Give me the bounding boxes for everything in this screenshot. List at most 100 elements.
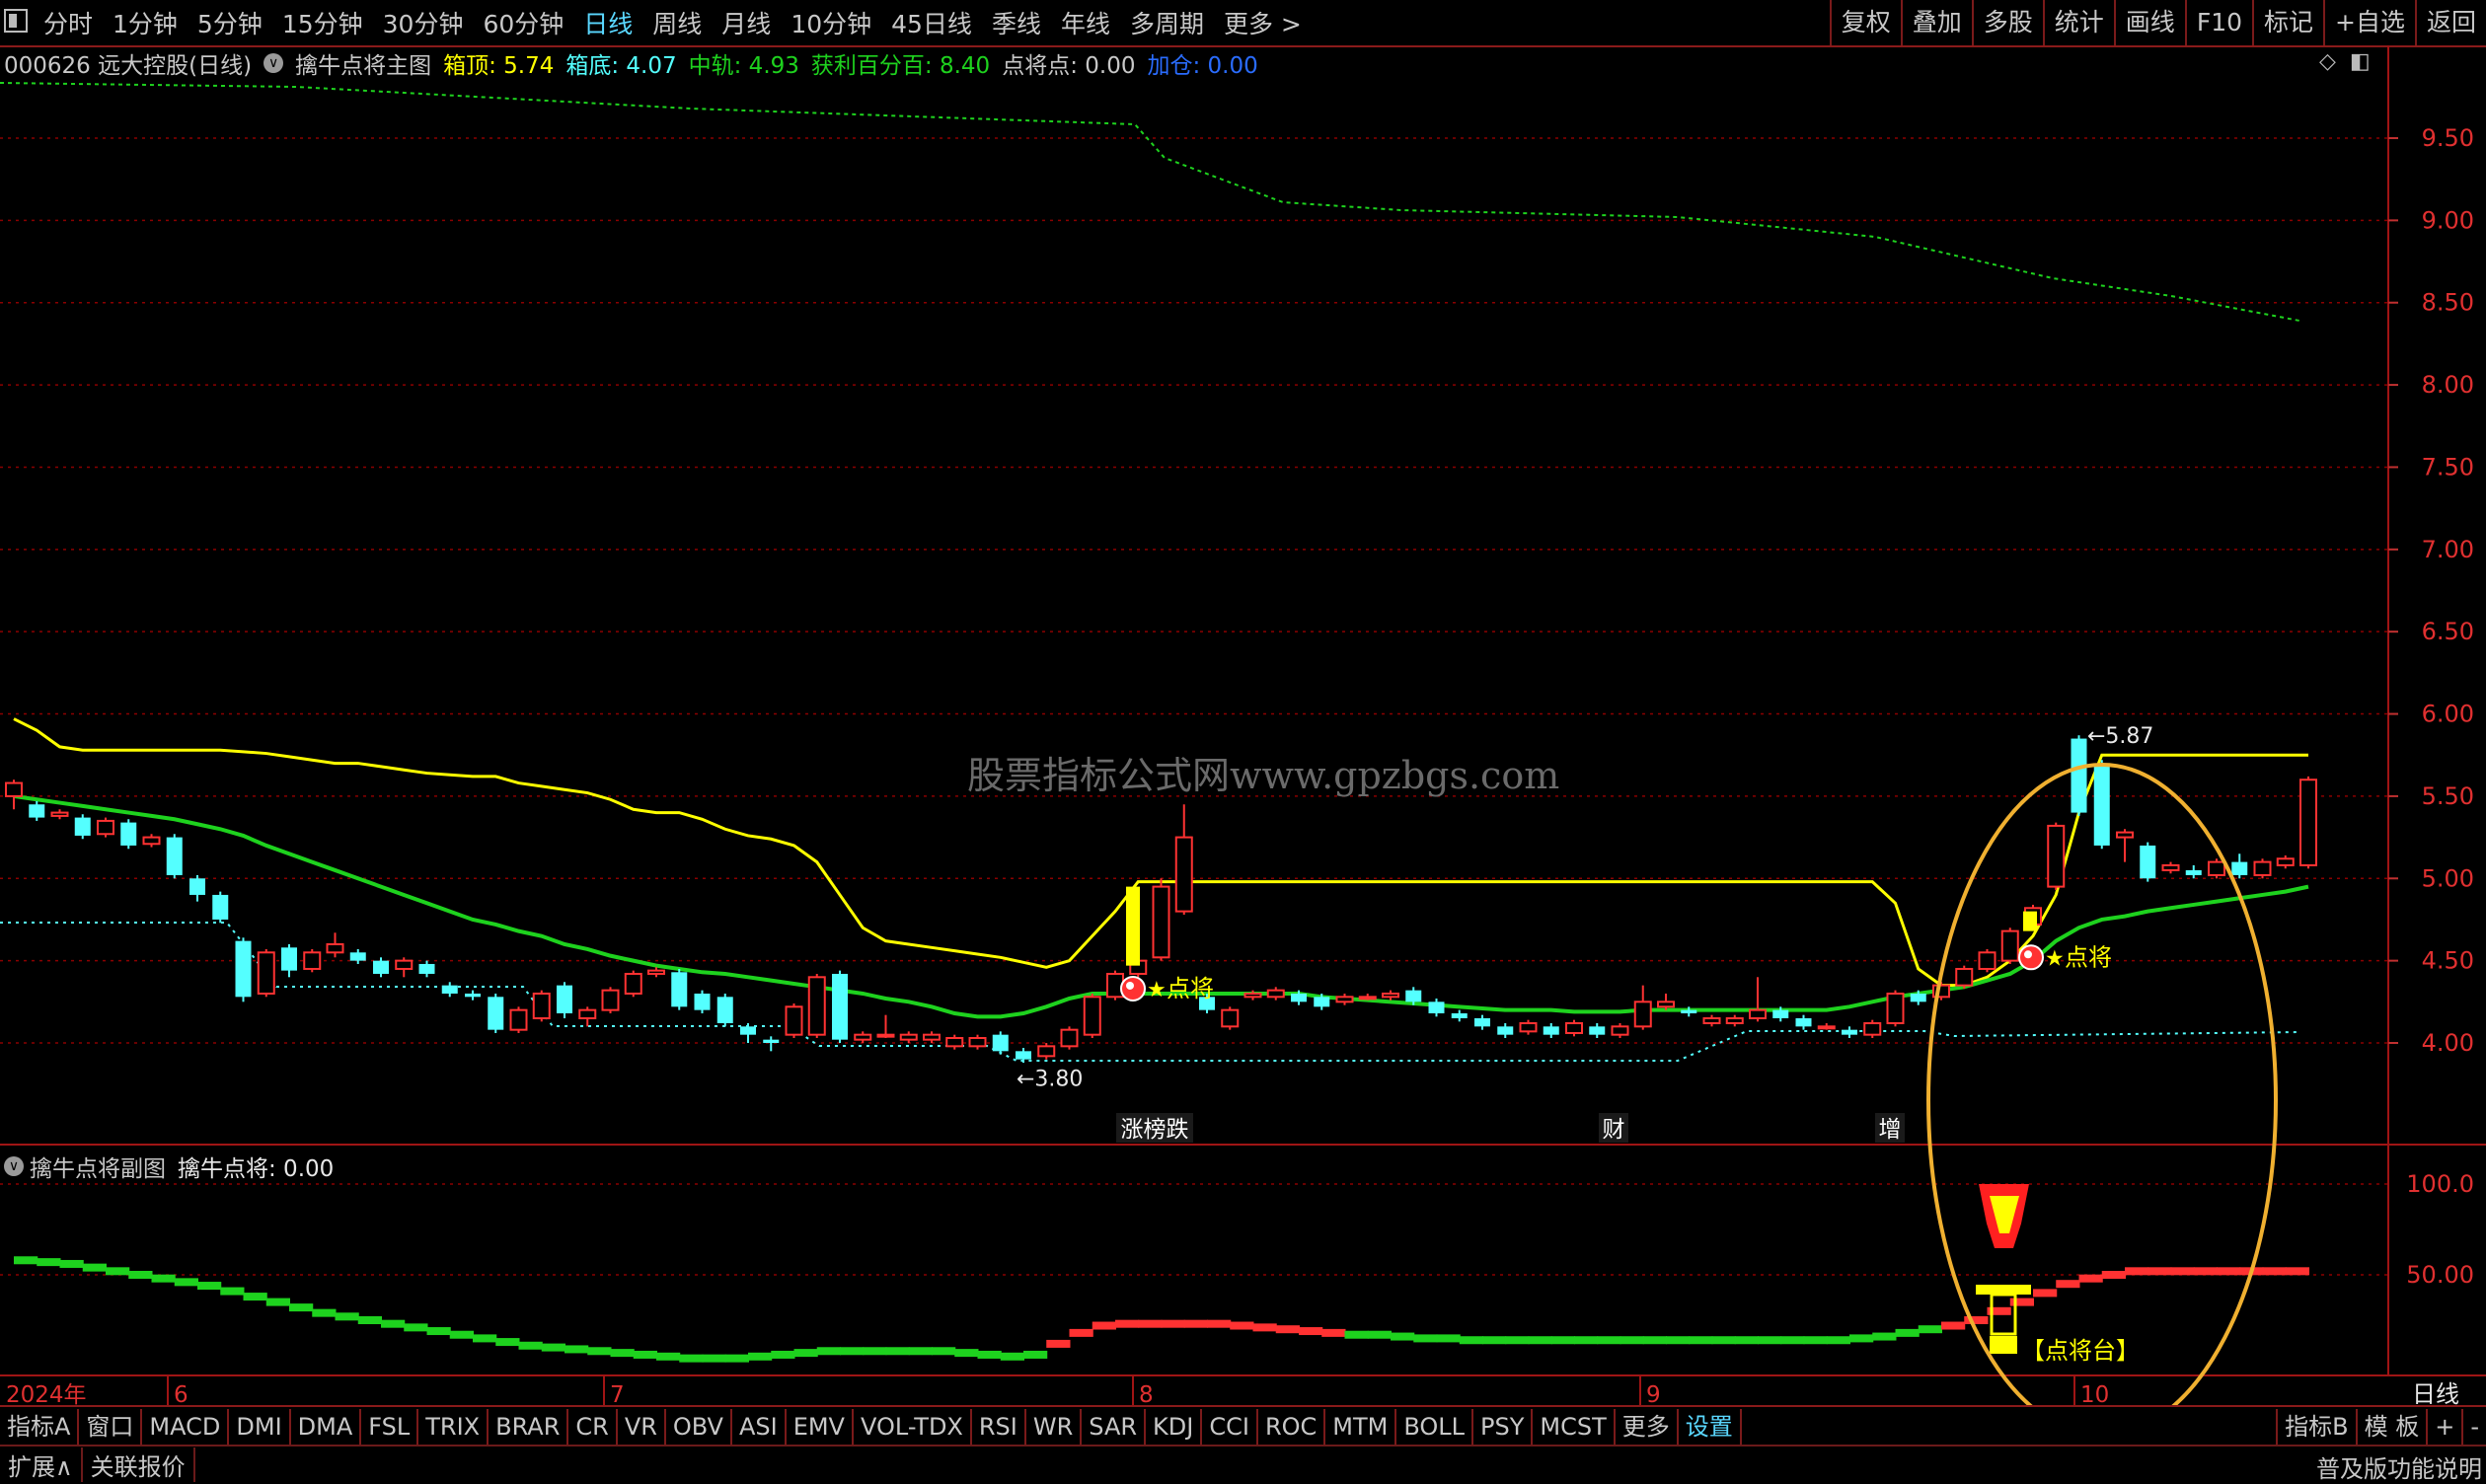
sub-indicator-name[interactable]: 擒牛点将副图 [30, 1150, 166, 1183]
candle [1519, 1021, 1538, 1033]
bottom-right-button-1[interactable]: 模 板 [2355, 1409, 2427, 1445]
indicator-tab-1[interactable]: 窗口 [79, 1409, 143, 1445]
candle [1060, 1028, 1079, 1048]
candle [2140, 845, 2156, 879]
bottom-right-button-2[interactable]: + [2426, 1409, 2461, 1445]
candle [2185, 869, 2202, 875]
indicator-tab-22[interactable]: PSY [1473, 1409, 1534, 1445]
candle [441, 985, 458, 994]
candle [303, 951, 322, 970]
indicator-tab-8[interactable]: CR [568, 1409, 618, 1445]
expand-button[interactable]: 扩展∧ [0, 1447, 83, 1482]
candle [601, 989, 620, 1011]
indicator-tab-21[interactable]: BOLL [1396, 1409, 1474, 1445]
kline-chart[interactable]: 9.50 9.00 8.50 8.00 7.50 7.00 6.50 6.00 5.50 5.00… [0, 0, 2486, 1405]
sub-line-segment [289, 1303, 314, 1312]
candle [671, 972, 688, 1007]
indicator-tab-6[interactable]: TRIX [418, 1409, 490, 1445]
dianjiang-marker-label: 点将 [1167, 975, 1214, 1002]
candle [1589, 1026, 1606, 1035]
indicator-tab-18[interactable]: CCI [1202, 1409, 1258, 1445]
candle [1611, 1025, 1629, 1036]
candle [2116, 831, 2134, 839]
candle [740, 1026, 756, 1035]
sub-line-segment [816, 1347, 841, 1356]
sub-line-segment [908, 1347, 933, 1356]
indicator-tab-0[interactable]: 指标A [0, 1409, 80, 1445]
sub-line-segment [174, 1278, 198, 1287]
candle [142, 836, 161, 846]
sub-line-segment [1872, 1332, 1897, 1341]
sub-line-segment [37, 1258, 61, 1267]
sub-line-segment [977, 1350, 1002, 1359]
indicator-tab-15[interactable]: WR [1026, 1409, 1083, 1445]
bottom-right-button-3[interactable]: - [2461, 1409, 2486, 1445]
sub-line-segment [1895, 1328, 1920, 1337]
linked-quote-button[interactable]: 关联报价 [83, 1447, 195, 1482]
indicator-tab-10[interactable]: OBV [666, 1409, 732, 1445]
dianjiang-marker-2-label: 点将 [2065, 943, 2112, 971]
candle [349, 952, 366, 961]
indicator-tab-3[interactable]: DMI [229, 1409, 291, 1445]
sub-line-segment [14, 1256, 38, 1265]
sub-line-segment [518, 1341, 543, 1350]
indicator-tab-2[interactable]: MACD [142, 1409, 230, 1445]
candle [785, 1005, 803, 1036]
candle [1314, 997, 1330, 1007]
indicator-tab-23[interactable]: MCST [1533, 1409, 1616, 1445]
candle [1243, 992, 1262, 999]
candle [1955, 967, 1974, 987]
indicator-tab-5[interactable]: FSL [361, 1409, 419, 1445]
candle [1474, 1017, 1490, 1027]
sub-line-segment [1413, 1334, 1438, 1343]
indicator-tab-24[interactable]: 更多 [1616, 1409, 1679, 1445]
candle [876, 1033, 895, 1038]
candle [1772, 1009, 1789, 1018]
candle [945, 1036, 964, 1048]
indicator-tab-16[interactable]: SAR [1082, 1409, 1147, 1445]
candle [1842, 1029, 1857, 1035]
candle [2253, 860, 2272, 876]
indicator-tab-13[interactable]: VOL-TDX [854, 1409, 972, 1445]
y-tick-label: 50.00 [2406, 1261, 2474, 1289]
y-tick-label: 9.00 [2422, 206, 2474, 234]
sub-line-segment [243, 1293, 267, 1301]
candle [807, 976, 826, 1036]
indicator-tab-7[interactable]: BRAR [489, 1409, 569, 1445]
sub-line-segment [1138, 1319, 1163, 1328]
sub-line-segment [1666, 1336, 1691, 1345]
sub-line-segment [1391, 1332, 1415, 1341]
indicator-tab-17[interactable]: KDJ [1146, 1409, 1203, 1445]
indicator-tab-14[interactable]: RSI [972, 1409, 1026, 1445]
sub-line-segment [1826, 1336, 1850, 1345]
candle [120, 822, 137, 846]
candle [1725, 1016, 1744, 1024]
sub-line-segment [59, 1259, 84, 1268]
candle [1291, 993, 1307, 1002]
y-tick-label: 5.00 [2422, 864, 2474, 892]
y-tick-label: 8.50 [2422, 289, 2474, 317]
indicator-tab-9[interactable]: VR [618, 1409, 666, 1445]
dianjiangtai-label: 【点将台】 [2021, 1337, 2140, 1365]
indicator-tab-12[interactable]: EMV [787, 1409, 854, 1445]
candle [1174, 836, 1193, 913]
edition-info[interactable]: 普及版功能说明 [2316, 1449, 2482, 1484]
sub-line-segment [1436, 1334, 1461, 1343]
indicator-tab-4[interactable]: DMA [291, 1409, 362, 1445]
indicator-tab-25[interactable]: 设置 [1679, 1409, 1742, 1445]
sub-line-segment [1230, 1321, 1254, 1330]
sub-line-segment [565, 1345, 589, 1354]
y-tick-label: 9.50 [2422, 124, 2474, 152]
candle [2093, 763, 2110, 846]
indicator-tab-20[interactable]: MTM [1325, 1409, 1397, 1445]
chevron-down-icon[interactable]: ∨ [4, 1156, 24, 1176]
status-bar: 扩展∧ 关联报价 普及版功能说明 [0, 1445, 2486, 1483]
sub-line-segment [1689, 1336, 1713, 1345]
indicator-tab-11[interactable]: ASI [732, 1409, 787, 1445]
indicator-tab-19[interactable]: ROC [1258, 1409, 1326, 1445]
high-price-label: ←5.87 [2087, 724, 2153, 749]
sub-line-segment [106, 1267, 130, 1276]
year-label: 2024年 [6, 1382, 87, 1405]
sub-line-segment [1849, 1334, 1874, 1343]
bottom-right-button-0[interactable]: 指标B [2276, 1409, 2355, 1445]
